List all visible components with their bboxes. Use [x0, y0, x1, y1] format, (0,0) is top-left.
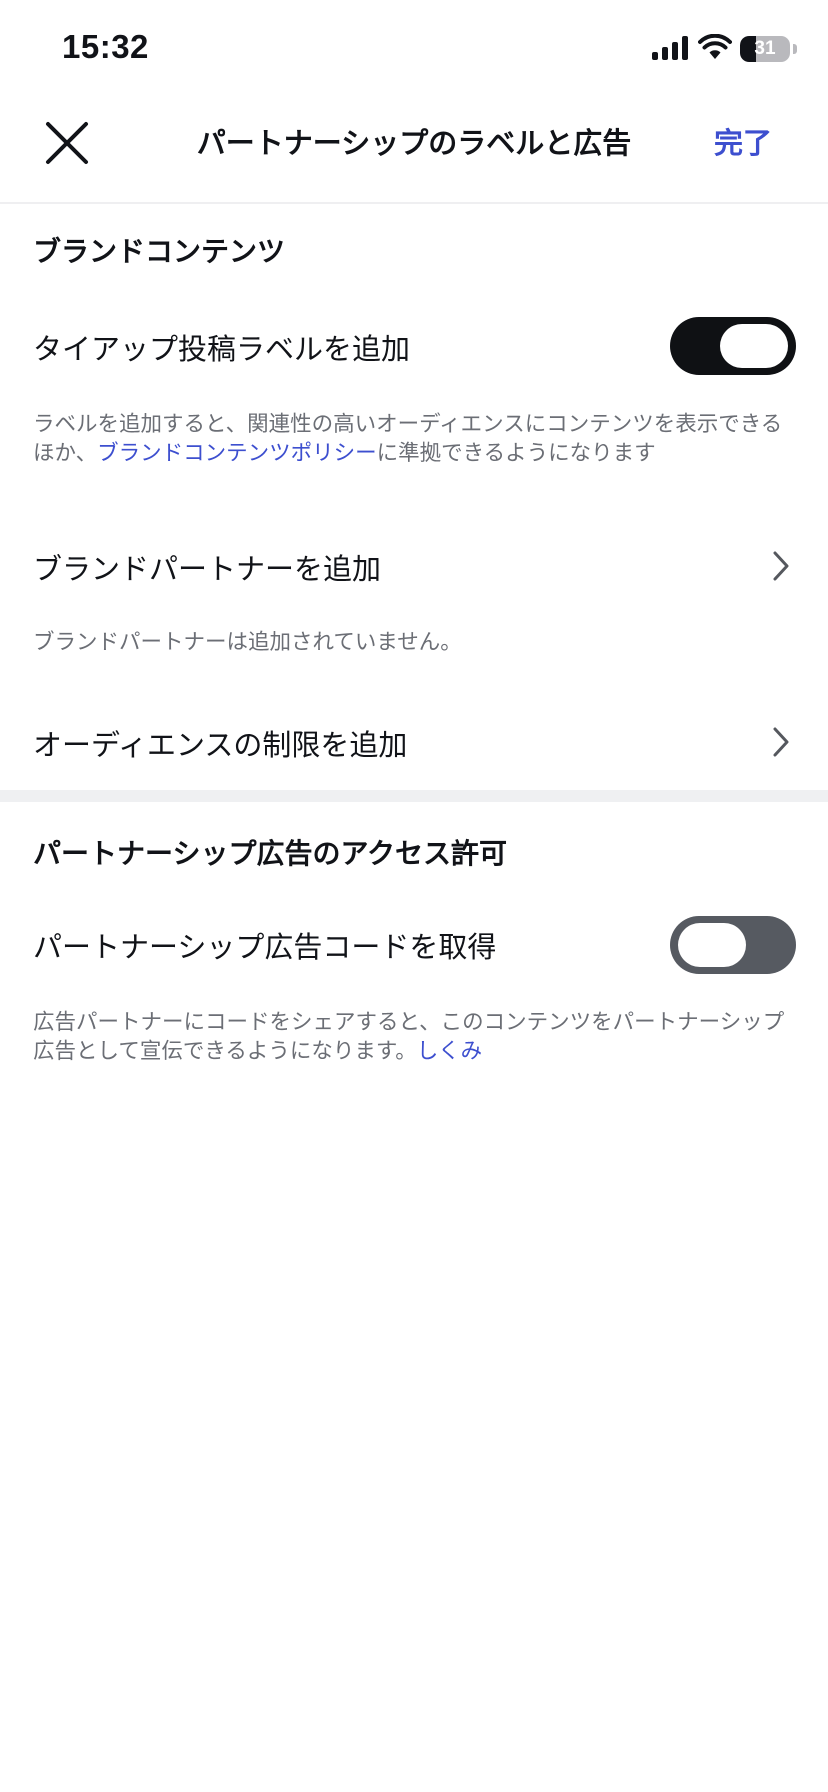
- add-brand-partner-row[interactable]: ブランドパートナーを追加: [33, 546, 381, 588]
- how-it-works-link[interactable]: しくみ: [417, 1039, 482, 1064]
- toggle-knob: [720, 324, 788, 368]
- branded-content-section-title: ブランドコンテンツ: [33, 235, 286, 268]
- branded-content-policy-link[interactable]: ブランドコンテンツポリシー: [97, 441, 377, 466]
- tieup-label-toggle[interactable]: [670, 317, 796, 375]
- partnership-ad-code-description: 広告パートナーにコードをシェアすると、このコンテンツをパートナーシップ広告として…: [33, 1008, 793, 1066]
- tieup-label-description: ラベルを追加すると、関連性の高いオーディエンスにコンテンツを表示できるほか、ブラ…: [33, 410, 793, 468]
- battery-icon: 31: [740, 36, 790, 62]
- partnership-ad-code-row-label: パートナーシップ広告コードを取得: [33, 930, 497, 964]
- brand-partner-description: ブランドパートナーは追加されていません。: [33, 630, 462, 655]
- tieup-description-text-end: に準拠できるようになります: [376, 441, 656, 466]
- tieup-label-row-label: タイアップ投稿ラベルを追加: [33, 332, 411, 366]
- chevron-right-icon[interactable]: [770, 725, 792, 759]
- battery-percentage: 31: [754, 38, 776, 59]
- signal-icon: [652, 36, 688, 60]
- wifi-icon: [698, 34, 732, 59]
- partnership-labels-ads-screen: 15:32 31 パートナーシップのラベルと広告 完了 ブランドコンテンツ タイ…: [0, 0, 828, 1792]
- battery-cap: [793, 44, 797, 54]
- toggle-knob: [678, 923, 746, 967]
- partnership-ads-section-title: パートナーシップ広告のアクセス許可: [33, 837, 508, 870]
- add-audience-restriction-row[interactable]: オーディエンスの制限を追加: [33, 722, 407, 764]
- close-icon: [46, 122, 88, 164]
- partnership-ad-code-toggle[interactable]: [670, 916, 796, 974]
- page-title: パートナーシップのラベルと広告: [196, 126, 632, 160]
- done-button[interactable]: 完了: [714, 120, 772, 162]
- status-icons: 31: [650, 34, 828, 64]
- navigation-header: パートナーシップのラベルと広告 完了: [0, 100, 828, 204]
- chevron-right-icon[interactable]: [770, 549, 792, 583]
- close-button[interactable]: [38, 114, 96, 172]
- status-time: 15:32: [62, 28, 149, 65]
- status-bar: 15:32 31: [0, 0, 828, 100]
- section-divider: [0, 790, 828, 802]
- partnership-ad-description-text: 広告パートナーにコードをシェアすると、このコンテンツをパートナーシップ広告として…: [33, 1010, 785, 1064]
